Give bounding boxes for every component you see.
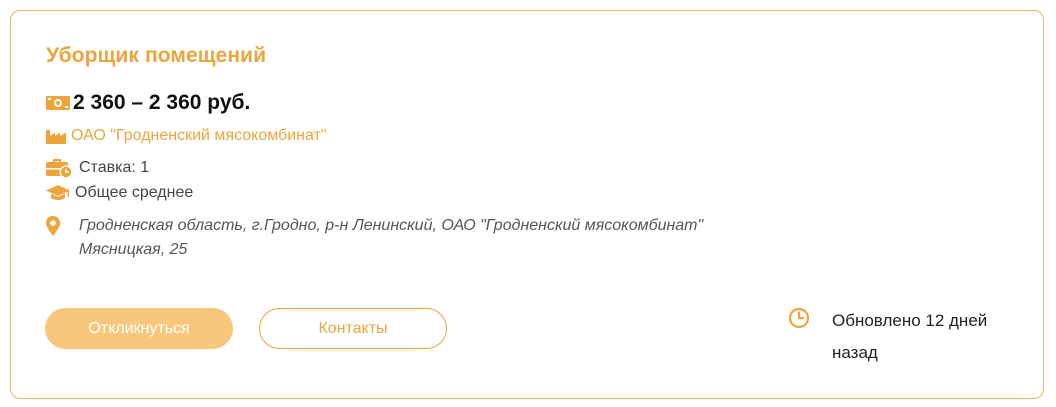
vacancy-title[interactable]: Уборщик помещений bbox=[46, 44, 266, 68]
address: Гродненская область, г.Гродно, р-н Ленин… bbox=[79, 214, 703, 262]
updated-text: Обновлено 12 дней назад bbox=[832, 311, 988, 362]
location-pin-icon bbox=[45, 215, 61, 237]
clock-icon bbox=[788, 307, 810, 329]
graduation-cap-icon bbox=[45, 184, 71, 202]
salary-row: 2 360 – 2 360 руб. bbox=[45, 91, 250, 115]
factory-icon bbox=[45, 128, 67, 145]
address-line-2: Мясницкая, 25 bbox=[79, 241, 188, 258]
company-row: ОАО "Гродненский мясокомбинат" bbox=[45, 127, 327, 145]
salary-value: 2 360 – 2 360 руб. bbox=[73, 91, 251, 114]
respond-button[interactable]: Откликнуться bbox=[45, 308, 233, 349]
rate-text: Ставка: 1 bbox=[79, 159, 150, 176]
briefcase-clock-icon bbox=[45, 157, 75, 179]
rate-row: Ставка: 1 bbox=[45, 157, 149, 179]
address-line-1: Гродненская область, г.Гродно, р-н Ленин… bbox=[79, 217, 704, 234]
education-text: Общее среднее bbox=[75, 184, 194, 201]
education-row: Общее среднее bbox=[45, 184, 193, 202]
contacts-button[interactable]: Контакты bbox=[259, 308, 447, 349]
company-link[interactable]: ОАО "Гродненский мясокомбинат" bbox=[71, 127, 327, 145]
vacancy-card: Уборщик помещений 2 360 – 2 360 руб. ОАО… bbox=[10, 10, 1044, 399]
money-icon bbox=[45, 95, 71, 111]
address-row: Гродненская область, г.Гродно, р-н Ленин… bbox=[45, 214, 703, 262]
updated-info: Обновлено 12 дней назад bbox=[788, 305, 1022, 369]
